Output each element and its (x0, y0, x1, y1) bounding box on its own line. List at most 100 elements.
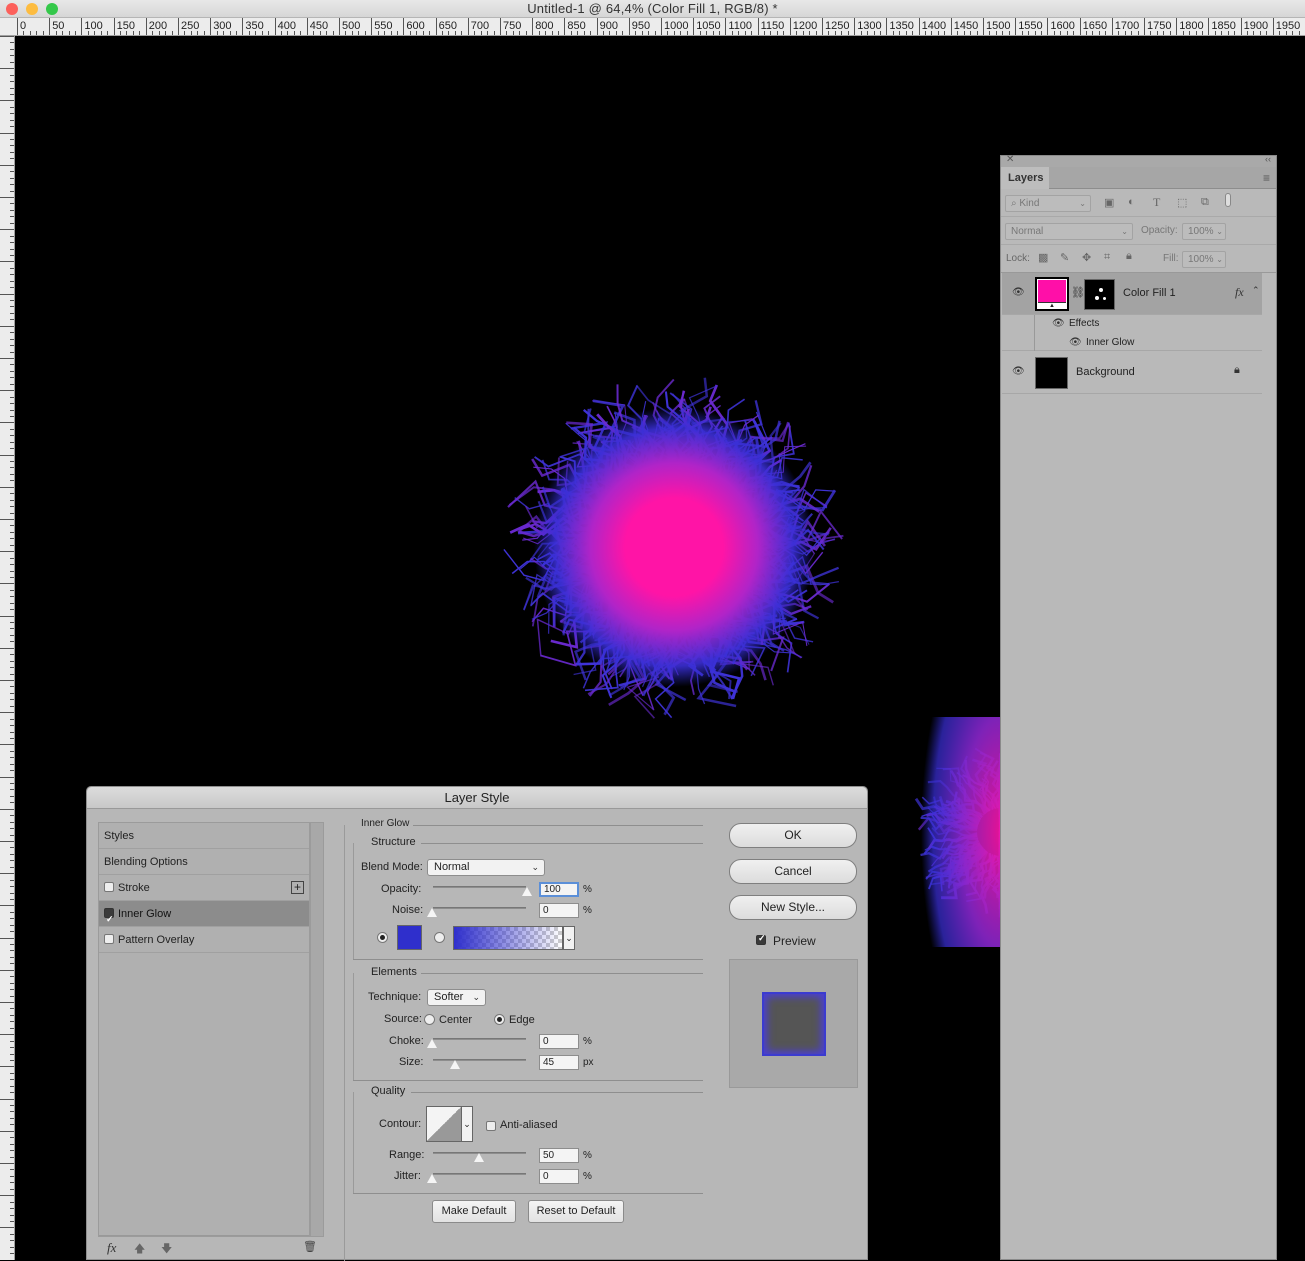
size-slider[interactable] (433, 1059, 526, 1061)
styles-item[interactable]: Styles (99, 823, 309, 849)
anti-aliased-checkbox[interactable] (486, 1121, 496, 1131)
gradient-radio[interactable] (434, 932, 445, 943)
lock-artboard-icon[interactable]: ⌗ (1104, 251, 1110, 264)
contour-picker[interactable] (426, 1106, 462, 1142)
ruler-tick (10, 661, 14, 662)
ruler-minor-tick (970, 31, 971, 35)
preview-swatch (762, 992, 826, 1056)
close-panel-icon[interactable]: ✕ (1006, 154, 1014, 165)
horizontal-ruler[interactable]: 0501001502002503003504004505005506006507… (0, 18, 1305, 36)
preview-label[interactable]: Preview (773, 934, 816, 948)
glow-color-swatch[interactable] (397, 925, 422, 950)
blend-mode-select[interactable]: Normal⌄ (427, 859, 545, 876)
effects-label[interactable]: Effects (1069, 318, 1099, 329)
collapse-panel-icon[interactable]: ‹‹ (1265, 154, 1271, 164)
jitter-slider-thumb[interactable] (427, 1174, 437, 1183)
pattern-overlay-checkbox[interactable] (104, 934, 114, 944)
ruler-tick (178, 18, 179, 35)
technique-select[interactable]: Softer⌄ (427, 989, 486, 1006)
vertical-ruler[interactable] (0, 36, 15, 1260)
source-center-label[interactable]: Center (439, 1014, 472, 1026)
effects-visibility-eye-icon[interactable]: 👁︎ (1052, 318, 1065, 329)
choke-slider[interactable] (433, 1038, 526, 1040)
ruler-tick (886, 18, 887, 35)
solid-color-radio[interactable] (377, 932, 388, 943)
source-center-radio[interactable] (424, 1014, 435, 1025)
add-stroke-icon[interactable]: + (291, 881, 304, 894)
blend-opacity-row: Normal ⌄ Opacity: 100% ⌄ (1001, 217, 1276, 245)
opacity-slider[interactable] (433, 886, 526, 888)
pattern-overlay-item[interactable]: Pattern Overlay (99, 927, 309, 953)
source-edge-label[interactable]: Edge (509, 1014, 535, 1026)
size-input[interactable]: 45 (539, 1055, 579, 1070)
fx-icon[interactable]: fx (1235, 285, 1244, 300)
visibility-eye-icon[interactable]: 👁︎ (1012, 287, 1025, 298)
lock-all-icon[interactable]: 🔒︎ (1126, 250, 1132, 263)
stroke-checkbox[interactable] (104, 882, 114, 892)
inner-glow-effect-label[interactable]: Inner Glow (1086, 337, 1134, 348)
layer-name[interactable]: Color Fill 1 (1123, 287, 1176, 299)
ok-button[interactable]: OK (729, 823, 857, 848)
opacity-field[interactable]: 100% ⌄ (1182, 223, 1226, 240)
lock-image-icon[interactable]: ✎ (1060, 251, 1069, 264)
lock-transparent-icon[interactable]: ▩ (1038, 251, 1048, 264)
gradient-swatch[interactable] (453, 926, 563, 950)
styles-list-scrollbar[interactable] (310, 822, 324, 1237)
inner-glow-visibility-eye-icon[interactable]: 👁︎ (1069, 337, 1082, 348)
inner-glow-item[interactable]: Inner Glow (99, 901, 309, 927)
noise-slider-thumb[interactable] (427, 908, 437, 917)
preview-checkbox[interactable] (756, 935, 766, 945)
layer-thumbnail[interactable]: ▲ (1035, 277, 1069, 311)
blending-options-item[interactable]: Blending Options (99, 849, 309, 875)
smart-object-filter-icon[interactable]: ⧉ (1201, 196, 1209, 209)
noise-input[interactable]: 0 (539, 903, 579, 918)
layer-effects-group: 👁︎ Effects 👁︎ Inner Glow (1002, 315, 1262, 351)
layer-name[interactable]: Background (1076, 366, 1135, 378)
visibility-eye-icon[interactable]: 👁︎ (1012, 366, 1025, 377)
choke-slider-thumb[interactable] (427, 1039, 437, 1048)
link-chain-icon[interactable]: ⛓︎ (1071, 286, 1085, 299)
layer-color-fill-1[interactable]: 👁︎ ▲ ⛓︎ Color Fill 1 fx ⌃ (1002, 273, 1262, 315)
size-slider-thumb[interactable] (450, 1060, 460, 1069)
anti-aliased-label[interactable]: Anti-aliased (500, 1119, 557, 1131)
noise-slider[interactable] (433, 907, 526, 909)
layer-mask-thumbnail[interactable] (1084, 279, 1115, 310)
move-down-icon[interactable]: 🡇 (161, 1240, 172, 1259)
background-thumbnail[interactable] (1035, 357, 1068, 389)
filter-toggle-icon[interactable] (1225, 193, 1231, 207)
trash-icon[interactable]: 🗑︎ (303, 1240, 317, 1253)
collapse-effects-icon[interactable]: ⌃ (1252, 285, 1260, 296)
panel-menu-icon[interactable]: ≡ (1263, 171, 1270, 185)
source-edge-radio[interactable] (494, 1014, 505, 1025)
ruler-tick (10, 397, 14, 398)
range-slider-thumb[interactable] (474, 1153, 484, 1162)
stroke-item[interactable]: Stroke + (99, 875, 309, 901)
opacity-input[interactable]: 100 (539, 882, 579, 897)
opacity-slider-thumb[interactable] (522, 887, 532, 896)
ruler-tick (10, 94, 14, 95)
adjustment-layer-filter-icon[interactable]: ◐ (1128, 196, 1135, 208)
fx-menu-icon[interactable]: fx (107, 1240, 116, 1256)
move-up-icon[interactable]: 🡅 (134, 1240, 145, 1259)
cancel-button[interactable]: Cancel (729, 859, 857, 884)
ruler-minor-tick (1054, 31, 1055, 35)
fill-field[interactable]: 100% ⌄ (1182, 251, 1226, 268)
range-input[interactable]: 50 (539, 1148, 579, 1163)
gradient-picker-chevron-icon[interactable]: ⌄ (563, 926, 575, 950)
lock-position-icon[interactable]: ✥ (1082, 251, 1091, 264)
contour-chevron-icon[interactable]: ⌄ (461, 1106, 473, 1142)
shape-layer-filter-icon[interactable]: ⬚ (1177, 196, 1187, 209)
choke-input[interactable]: 0 (539, 1034, 579, 1049)
make-default-button[interactable]: Make Default (432, 1200, 516, 1223)
inner-glow-checkbox[interactable] (104, 908, 114, 918)
layer-background[interactable]: 👁︎ Background 🔒︎ (1002, 352, 1262, 394)
reset-to-default-button[interactable]: Reset to Default (528, 1200, 624, 1223)
type-layer-filter-icon[interactable]: T (1153, 195, 1160, 210)
new-style-button[interactable]: New Style... (729, 895, 857, 920)
jitter-input[interactable]: 0 (539, 1169, 579, 1184)
jitter-slider[interactable] (433, 1173, 526, 1175)
pixel-layer-filter-icon[interactable]: ▣ (1104, 196, 1114, 209)
blend-mode-select[interactable]: Normal ⌄ (1005, 223, 1133, 240)
filter-kind-select[interactable]: ⌕ Kind ⌄ (1005, 195, 1091, 212)
tab-layers[interactable]: Layers (1001, 167, 1049, 189)
